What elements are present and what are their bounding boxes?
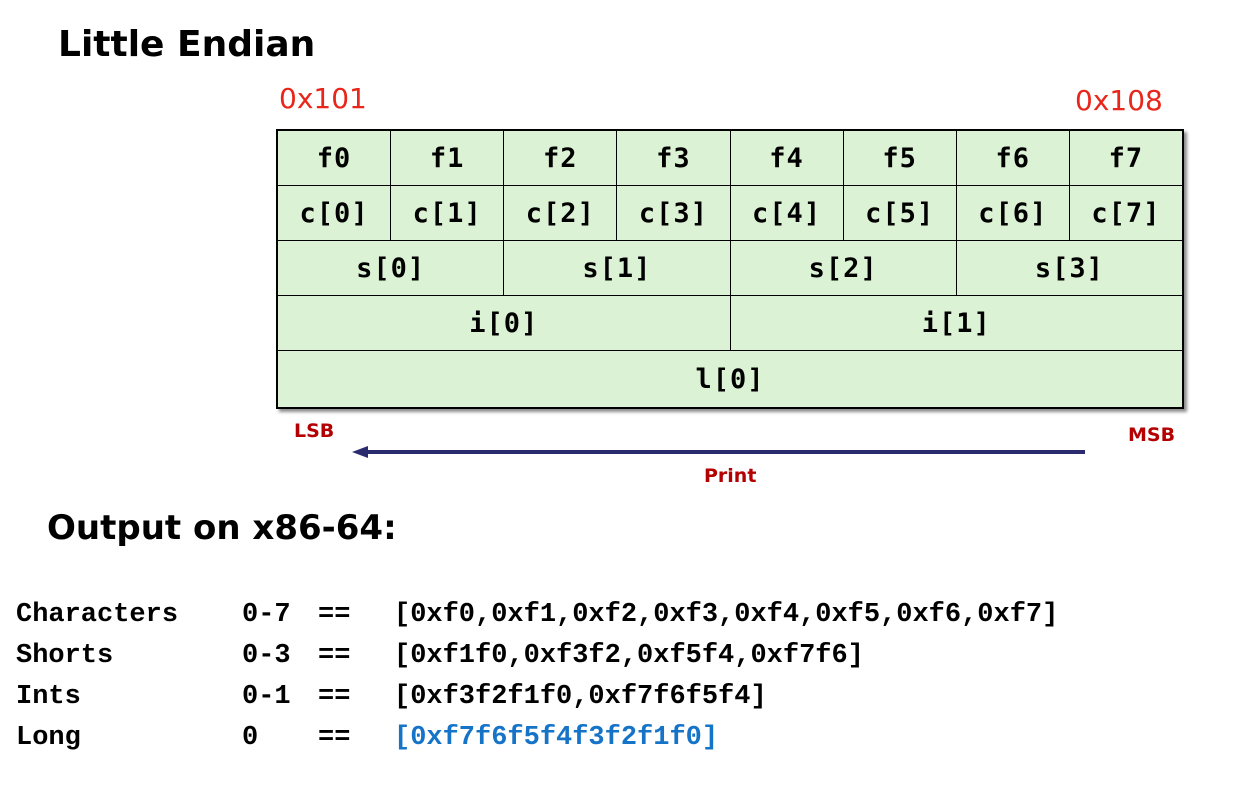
- char-cell: c[3]: [617, 186, 731, 240]
- char-cell: c[0]: [278, 186, 392, 240]
- output-type-label: Ints: [16, 682, 81, 712]
- byte-cell: f2: [504, 131, 618, 185]
- short-cell: s[3]: [1034, 252, 1104, 284]
- long-row: l[0]: [278, 351, 1182, 407]
- short-cell: s[2]: [731, 241, 957, 295]
- output-value-highlighted: [0xf7f6f5f4f3f2f1f0]: [394, 723, 719, 753]
- print-label: Print: [704, 465, 757, 487]
- byte-cell: f1: [391, 131, 505, 185]
- short-cell: s[0]: [278, 241, 505, 295]
- int-cell: i[0]: [278, 296, 731, 350]
- int-cell: i[1]: [921, 307, 991, 339]
- byte-cell: f0: [278, 131, 392, 185]
- output-range: 0-3: [242, 641, 291, 671]
- output-line: Ints 0-1 == [0xf3f2f1f0,0xf7f6f5f4]: [16, 682, 1058, 723]
- output-equals: ==: [318, 641, 351, 671]
- start-address-label: 0x101: [279, 82, 367, 115]
- output-equals: ==: [318, 682, 351, 712]
- output-value: [0xf3f2f1f0,0xf7f6f5f4]: [394, 682, 767, 712]
- byte-cell: f4: [731, 131, 844, 185]
- char-cell: c[5]: [844, 186, 957, 240]
- int-row: i[0] i[1]: [278, 296, 1182, 351]
- lsb-label: LSB: [294, 420, 335, 442]
- byte-row: f0 f1 f2 f3 f4 f5 f6 f7: [278, 131, 1182, 186]
- output-line: Long 0 == [0xf7f6f5f4f3f2f1f0]: [16, 723, 1058, 764]
- output-type-label: Long: [16, 723, 81, 753]
- output-value: [0xf0,0xf1,0xf2,0xf3,0xf4,0xf5,0xf6,0xf7…: [394, 600, 1059, 630]
- char-row: c[0] c[1] c[2] c[3] c[4] c[5] c[6] c[7]: [278, 186, 1182, 241]
- output-range: 0: [242, 723, 259, 753]
- output-value: [0xf1f0,0xf3f2,0xf5f4,0xf7f6]: [394, 641, 864, 671]
- short-cell: s[1]: [504, 241, 731, 295]
- char-cell: c[2]: [504, 186, 618, 240]
- byte-cell: f3: [617, 131, 731, 185]
- byte-cell: f7: [1108, 142, 1144, 174]
- output-title: Output on x86-64:: [47, 508, 397, 548]
- output-line: Shorts 0-3 == [0xf1f0,0xf3f2,0xf5f4,0xf7…: [16, 641, 1058, 682]
- msb-label: MSB: [1128, 424, 1176, 446]
- page-title: Little Endian: [58, 24, 316, 65]
- long-cell: l[0]: [695, 363, 765, 395]
- output-range: 0-1: [242, 682, 291, 712]
- output-line: Characters 0-7 == [0xf0,0xf1,0xf2,0xf3,0…: [16, 600, 1058, 641]
- end-address-label: 0x108: [1075, 84, 1163, 117]
- output-type-label: Characters: [16, 600, 179, 630]
- print-direction-arrow-icon: [352, 446, 1085, 458]
- byte-cell: f5: [844, 131, 957, 185]
- char-cell: c[6]: [957, 186, 1070, 240]
- output-block: Characters 0-7 == [0xf0,0xf1,0xf2,0xf3,0…: [16, 600, 1058, 764]
- memory-layout-grid: f0 f1 f2 f3 f4 f5 f6 f7 c[0] c[1] c[2] c…: [276, 129, 1184, 409]
- output-range: 0-7: [242, 600, 291, 630]
- char-cell: c[7]: [1091, 197, 1161, 229]
- output-type-label: Shorts: [16, 641, 114, 671]
- short-row: s[0] s[1] s[2] s[3]: [278, 241, 1182, 296]
- char-cell: c[4]: [731, 186, 844, 240]
- char-cell: c[1]: [391, 186, 505, 240]
- output-equals: ==: [318, 723, 351, 753]
- output-equals: ==: [318, 600, 351, 630]
- byte-cell: f6: [957, 131, 1070, 185]
